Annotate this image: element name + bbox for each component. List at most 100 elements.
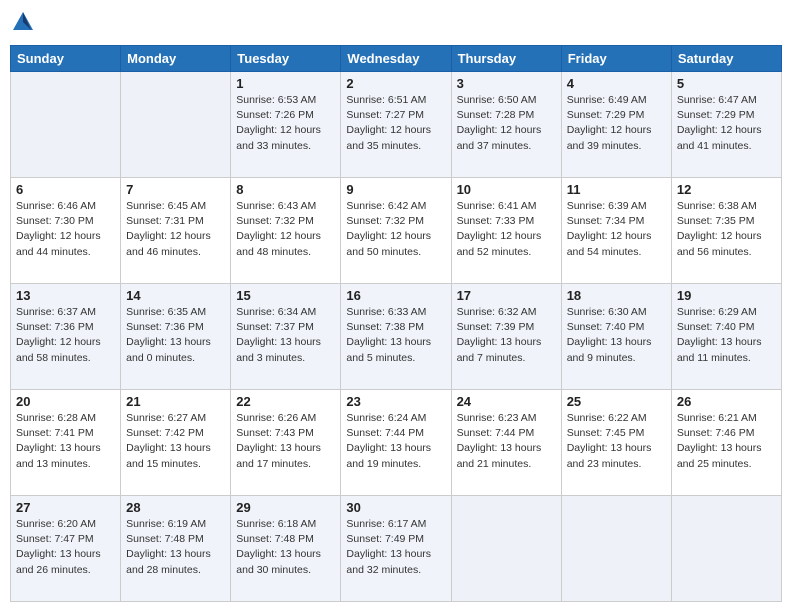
weekday-header-friday: Friday bbox=[561, 46, 671, 72]
header bbox=[10, 10, 782, 37]
weekday-header-wednesday: Wednesday bbox=[341, 46, 451, 72]
day-number: 14 bbox=[126, 288, 225, 303]
day-number: 20 bbox=[16, 394, 115, 409]
calendar-week-row: 27 Sunrise: 6:20 AM Sunset: 7:47 PM Dayli… bbox=[11, 496, 782, 602]
calendar-cell: 9 Sunrise: 6:42 AM Sunset: 7:32 PM Daylig… bbox=[341, 178, 451, 284]
day-number: 12 bbox=[677, 182, 776, 197]
calendar-cell: 17 Sunrise: 6:32 AM Sunset: 7:39 PM Dayli… bbox=[451, 284, 561, 390]
day-info: Sunrise: 6:34 AM Sunset: 7:37 PM Dayligh… bbox=[236, 305, 335, 366]
day-info: Sunrise: 6:38 AM Sunset: 7:35 PM Dayligh… bbox=[677, 199, 776, 260]
day-info: Sunrise: 6:20 AM Sunset: 7:47 PM Dayligh… bbox=[16, 517, 115, 578]
calendar-cell bbox=[121, 72, 231, 178]
calendar-cell: 24 Sunrise: 6:23 AM Sunset: 7:44 PM Dayli… bbox=[451, 390, 561, 496]
day-info: Sunrise: 6:37 AM Sunset: 7:36 PM Dayligh… bbox=[16, 305, 115, 366]
calendar-cell: 25 Sunrise: 6:22 AM Sunset: 7:45 PM Dayli… bbox=[561, 390, 671, 496]
calendar-cell: 8Sunrise: 6:43 AM Sunset: 7:32 PM Daylig… bbox=[231, 178, 341, 284]
calendar-cell: 16 Sunrise: 6:33 AM Sunset: 7:38 PM Dayli… bbox=[341, 284, 451, 390]
day-number: 26 bbox=[677, 394, 776, 409]
day-number: 5 bbox=[677, 76, 776, 91]
calendar-cell: 1Sunrise: 6:53 AM Sunset: 7:26 PM Daylig… bbox=[231, 72, 341, 178]
day-info: Sunrise: 6:45 AM Sunset: 7:31 PM Dayligh… bbox=[126, 199, 225, 260]
day-number: 17 bbox=[457, 288, 556, 303]
calendar-table: SundayMondayTuesdayWednesdayThursdayFrid… bbox=[10, 45, 782, 602]
calendar-cell: 10 Sunrise: 6:41 AM Sunset: 7:33 PM Dayli… bbox=[451, 178, 561, 284]
calendar-cell bbox=[671, 496, 781, 602]
day-number: 30 bbox=[346, 500, 445, 515]
day-info: Sunrise: 6:39 AM Sunset: 7:34 PM Dayligh… bbox=[567, 199, 666, 260]
day-number: 10 bbox=[457, 182, 556, 197]
day-info: Sunrise: 6:27 AM Sunset: 7:42 PM Dayligh… bbox=[126, 411, 225, 472]
day-number: 9 bbox=[346, 182, 445, 197]
calendar-cell: 5 Sunrise: 6:47 AM Sunset: 7:29 PM Daylig… bbox=[671, 72, 781, 178]
day-info: Sunrise: 6:47 AM Sunset: 7:29 PM Dayligh… bbox=[677, 93, 776, 154]
calendar-cell: 4 Sunrise: 6:49 AM Sunset: 7:29 PM Daylig… bbox=[561, 72, 671, 178]
calendar-week-row: 1Sunrise: 6:53 AM Sunset: 7:26 PM Daylig… bbox=[11, 72, 782, 178]
day-number: 19 bbox=[677, 288, 776, 303]
calendar-cell: 15 Sunrise: 6:34 AM Sunset: 7:37 PM Dayli… bbox=[231, 284, 341, 390]
calendar-cell: 7 Sunrise: 6:45 AM Sunset: 7:31 PM Daylig… bbox=[121, 178, 231, 284]
page: SundayMondayTuesdayWednesdayThursdayFrid… bbox=[0, 0, 792, 612]
calendar-cell: 3 Sunrise: 6:50 AM Sunset: 7:28 PM Daylig… bbox=[451, 72, 561, 178]
day-number: 4 bbox=[567, 76, 666, 91]
weekday-header-row: SundayMondayTuesdayWednesdayThursdayFrid… bbox=[11, 46, 782, 72]
weekday-header-sunday: Sunday bbox=[11, 46, 121, 72]
calendar-cell: 28Sunrise: 6:19 AM Sunset: 7:48 PM Dayli… bbox=[121, 496, 231, 602]
day-number: 22 bbox=[236, 394, 335, 409]
day-number: 3 bbox=[457, 76, 556, 91]
day-info: Sunrise: 6:49 AM Sunset: 7:29 PM Dayligh… bbox=[567, 93, 666, 154]
weekday-header-monday: Monday bbox=[121, 46, 231, 72]
day-info: Sunrise: 6:46 AM Sunset: 7:30 PM Dayligh… bbox=[16, 199, 115, 260]
day-info: Sunrise: 6:24 AM Sunset: 7:44 PM Dayligh… bbox=[346, 411, 445, 472]
day-info: Sunrise: 6:41 AM Sunset: 7:33 PM Dayligh… bbox=[457, 199, 556, 260]
day-info: Sunrise: 6:29 AM Sunset: 7:40 PM Dayligh… bbox=[677, 305, 776, 366]
calendar-cell: 19 Sunrise: 6:29 AM Sunset: 7:40 PM Dayli… bbox=[671, 284, 781, 390]
day-info: Sunrise: 6:23 AM Sunset: 7:44 PM Dayligh… bbox=[457, 411, 556, 472]
day-info: Sunrise: 6:17 AM Sunset: 7:49 PM Dayligh… bbox=[346, 517, 445, 578]
calendar-week-row: 13 Sunrise: 6:37 AM Sunset: 7:36 PM Dayli… bbox=[11, 284, 782, 390]
day-number: 16 bbox=[346, 288, 445, 303]
calendar-cell: 27 Sunrise: 6:20 AM Sunset: 7:47 PM Dayli… bbox=[11, 496, 121, 602]
day-number: 24 bbox=[457, 394, 556, 409]
logo bbox=[10, 10, 34, 37]
day-info: Sunrise: 6:50 AM Sunset: 7:28 PM Dayligh… bbox=[457, 93, 556, 154]
calendar-cell: 14Sunrise: 6:35 AM Sunset: 7:36 PM Dayli… bbox=[121, 284, 231, 390]
calendar-cell: 2 Sunrise: 6:51 AM Sunset: 7:27 PM Daylig… bbox=[341, 72, 451, 178]
calendar-cell: 18 Sunrise: 6:30 AM Sunset: 7:40 PM Dayli… bbox=[561, 284, 671, 390]
weekday-header-thursday: Thursday bbox=[451, 46, 561, 72]
calendar-cell: 23 Sunrise: 6:24 AM Sunset: 7:44 PM Dayli… bbox=[341, 390, 451, 496]
day-number: 6 bbox=[16, 182, 115, 197]
day-number: 29 bbox=[236, 500, 335, 515]
day-info: Sunrise: 6:21 AM Sunset: 7:46 PM Dayligh… bbox=[677, 411, 776, 472]
calendar-cell: 29Sunrise: 6:18 AM Sunset: 7:48 PM Dayli… bbox=[231, 496, 341, 602]
day-number: 21 bbox=[126, 394, 225, 409]
calendar-cell: 30 Sunrise: 6:17 AM Sunset: 7:49 PM Dayli… bbox=[341, 496, 451, 602]
day-number: 27 bbox=[16, 500, 115, 515]
calendar-cell: 13 Sunrise: 6:37 AM Sunset: 7:36 PM Dayli… bbox=[11, 284, 121, 390]
day-info: Sunrise: 6:26 AM Sunset: 7:43 PM Dayligh… bbox=[236, 411, 335, 472]
calendar-cell bbox=[561, 496, 671, 602]
day-number: 2 bbox=[346, 76, 445, 91]
day-info: Sunrise: 6:32 AM Sunset: 7:39 PM Dayligh… bbox=[457, 305, 556, 366]
weekday-header-tuesday: Tuesday bbox=[231, 46, 341, 72]
day-number: 23 bbox=[346, 394, 445, 409]
day-info: Sunrise: 6:30 AM Sunset: 7:40 PM Dayligh… bbox=[567, 305, 666, 366]
calendar-cell bbox=[11, 72, 121, 178]
day-info: Sunrise: 6:28 AM Sunset: 7:41 PM Dayligh… bbox=[16, 411, 115, 472]
calendar-cell: 20 Sunrise: 6:28 AM Sunset: 7:41 PM Dayli… bbox=[11, 390, 121, 496]
day-number: 13 bbox=[16, 288, 115, 303]
day-info: Sunrise: 6:51 AM Sunset: 7:27 PM Dayligh… bbox=[346, 93, 445, 154]
day-info: Sunrise: 6:43 AM Sunset: 7:32 PM Dayligh… bbox=[236, 199, 335, 260]
day-number: 25 bbox=[567, 394, 666, 409]
day-number: 7 bbox=[126, 182, 225, 197]
day-info: Sunrise: 6:33 AM Sunset: 7:38 PM Dayligh… bbox=[346, 305, 445, 366]
calendar-cell: 6 Sunrise: 6:46 AM Sunset: 7:30 PM Daylig… bbox=[11, 178, 121, 284]
logo-mark bbox=[10, 10, 34, 37]
calendar-cell: 11Sunrise: 6:39 AM Sunset: 7:34 PM Dayli… bbox=[561, 178, 671, 284]
weekday-header-saturday: Saturday bbox=[671, 46, 781, 72]
day-info: Sunrise: 6:22 AM Sunset: 7:45 PM Dayligh… bbox=[567, 411, 666, 472]
day-number: 18 bbox=[567, 288, 666, 303]
day-info: Sunrise: 6:42 AM Sunset: 7:32 PM Dayligh… bbox=[346, 199, 445, 260]
day-number: 15 bbox=[236, 288, 335, 303]
calendar-cell: 22 Sunrise: 6:26 AM Sunset: 7:43 PM Dayli… bbox=[231, 390, 341, 496]
day-info: Sunrise: 6:53 AM Sunset: 7:26 PM Dayligh… bbox=[236, 93, 335, 154]
